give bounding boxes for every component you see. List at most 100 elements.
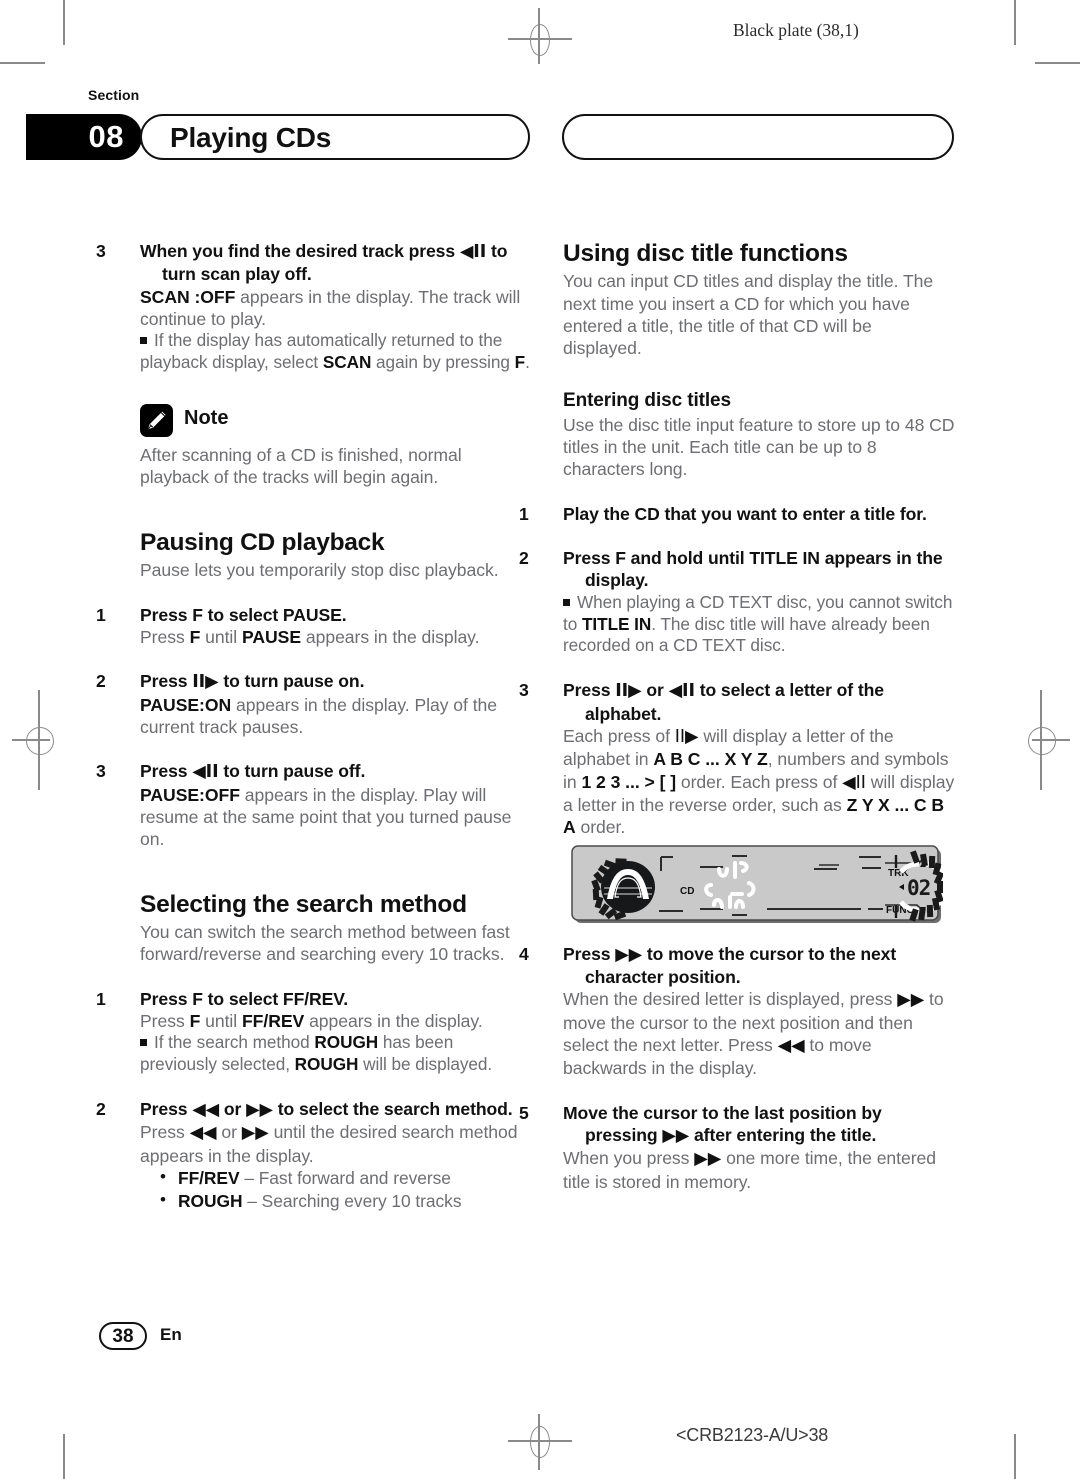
alphabet-order-code: A B C ... X Y Z <box>653 749 768 770</box>
list-item: FF/REV – Fast forward and reverse <box>160 1166 532 1190</box>
bullet-note: If the display has automatically returne… <box>140 330 532 374</box>
step-text: Press <box>140 1099 188 1120</box>
section-heading-search-method: Selecting the search method <box>140 890 467 918</box>
step-text-continued: to turn pause on. <box>223 671 365 692</box>
step-item: 4 Press ▶▶ to move the cursor to the next… <box>519 943 955 989</box>
display-code: SCAN :OFF <box>140 286 236 307</box>
left-column: 3 When you find the desired track press ◀… <box>96 240 532 1213</box>
paragraph-text: Press <box>140 626 190 647</box>
note-label: Note <box>184 407 229 430</box>
step-text: Press <box>140 671 188 692</box>
registration-mark-right <box>1012 690 1072 790</box>
svg-text:02: 02 <box>907 876 930 900</box>
step-text: Press F to select PAUSE. <box>140 604 347 625</box>
paragraph-text: When you press <box>563 1148 695 1169</box>
option-desc: – Searching every 10 tracks <box>242 1191 462 1212</box>
page-number-badge: 38 <box>99 1322 147 1350</box>
step-item: 3 Press ◀II to turn pause off. <box>96 760 532 783</box>
registration-mark-top <box>505 8 575 68</box>
square-bullet-icon <box>140 337 147 345</box>
svg-text:CD: CD <box>680 886 694 897</box>
square-bullet-icon <box>140 1039 147 1047</box>
fast-forward-glyph-icon: ▶▶ <box>662 1126 690 1147</box>
note-text: If the search method <box>154 1032 315 1053</box>
paragraph-text: Each press of <box>563 725 675 746</box>
step-number: 2 <box>519 548 529 569</box>
note-text-2: again by pressing <box>371 352 515 373</box>
registration-mark-bottom <box>505 1410 575 1470</box>
registration-mark-left <box>8 690 68 790</box>
paragraph-text: Press <box>140 1122 190 1143</box>
pause-reverse-glyph-icon: ◀II <box>842 772 866 793</box>
car-stereo-display-illustration: CD TRK FUNC 02 <box>571 844 943 927</box>
display-code: ROUGH <box>314 1032 379 1053</box>
subsection-heading-entering-disc-titles: Entering disc titles <box>563 389 731 411</box>
step-text-continued: after entering the title. <box>694 1125 877 1146</box>
square-bullet-icon <box>563 598 570 606</box>
bullet-note: When playing a CD TEXT disc, you cannot … <box>563 592 955 658</box>
button-code: F <box>514 352 526 373</box>
paragraph: When you press ▶▶ one more time, the ent… <box>563 1147 955 1193</box>
paragraph-text-6: order. <box>575 817 626 838</box>
paragraph: Press ◀◀ or ▶▶ until the desired search … <box>140 1121 532 1167</box>
button-code: F <box>189 626 201 647</box>
step-item: 1 Play the CD that you want to enter a ti… <box>519 503 955 525</box>
crop-mark-bottom-right-vertical <box>1014 1434 1016 1479</box>
note-text-3: . <box>525 352 530 373</box>
crop-mark-top-left-vertical <box>63 0 65 45</box>
display-code: PAUSE <box>241 626 302 647</box>
step-text: Press F and hold until TITLE IN appears … <box>563 548 943 591</box>
page-header: Section 08 Playing CDs <box>0 87 1080 162</box>
step-number: 4 <box>519 943 529 964</box>
section-word-label: Section <box>88 87 140 103</box>
pause-play-glyph-icon: II▶ <box>615 681 642 702</box>
crop-mark-top-right-vertical <box>1014 0 1016 45</box>
step-number: 2 <box>96 671 106 692</box>
step-item: 3 Press II▶ or ◀II to select a letter of … <box>519 679 955 725</box>
step-text: When you find the desired track press <box>140 241 456 261</box>
right-column: Using disc title functions You can input… <box>519 240 955 1193</box>
step-number: 3 <box>96 241 106 261</box>
option-label: FF/REV <box>178 1168 240 1189</box>
paragraph-text: Press <box>140 1011 190 1032</box>
paragraph-text-3: appears in the display. <box>304 1011 483 1032</box>
paragraph: SCAN :OFF appears in the display. The tr… <box>140 286 532 331</box>
option-desc: – Fast forward and reverse <box>239 1168 451 1189</box>
paragraph-text-2: until <box>200 626 242 647</box>
fast-forward-glyph-icon: ▶▶ <box>241 1123 269 1144</box>
section-heading-disc-title: Using disc title functions <box>563 240 848 267</box>
paragraph: Press F until PAUSE appears in the displ… <box>140 626 532 648</box>
step-number: 3 <box>96 761 106 782</box>
step-item: 2 Press ◀◀ or ▶▶ to select the search met… <box>96 1098 532 1121</box>
black-plate-label: Black plate (38,1) <box>733 20 859 40</box>
language-code-label: En <box>160 1325 182 1344</box>
step-item: 2 Press F and hold until TITLE IN appears… <box>519 547 955 592</box>
step-text-continued: to select the search method. <box>277 1099 513 1120</box>
fast-forward-glyph-icon: ▶▶ <box>615 944 643 965</box>
step-text-mid: or <box>223 1099 242 1120</box>
fast-forward-glyph-icon: ▶▶ <box>897 990 925 1011</box>
paragraph-text-3: appears in the display. <box>301 626 480 647</box>
step-item: 1 Press F to select PAUSE. <box>96 604 532 626</box>
step-item: 1 Press F to select FF/REV. <box>96 988 532 1010</box>
symbol-order-code: 1 2 3 ... > [ ] <box>581 771 677 792</box>
display-code: PAUSE:OFF <box>140 784 240 805</box>
section-heading-pausing: Pausing CD playback <box>140 528 385 556</box>
pause-reverse-glyph-icon: ◀II <box>459 242 487 262</box>
bullet-note: If the search method ROUGH has been prev… <box>140 1032 532 1076</box>
paragraph-text-2: until <box>200 1011 242 1032</box>
step-number: 3 <box>519 680 529 701</box>
display-code: PAUSE:ON <box>140 694 232 715</box>
step-item: 5 Move the cursor to the last position by… <box>519 1102 955 1148</box>
step-number: 5 <box>519 1102 529 1123</box>
paragraph: You can input CD titles and display the … <box>563 271 934 359</box>
step-number: 1 <box>96 604 106 625</box>
pause-reverse-glyph-icon: ◀II <box>192 762 219 783</box>
paragraph: PAUSE:ON appears in the display. Play of… <box>140 694 532 739</box>
paragraph: Press F until FF/REV appears in the disp… <box>140 1010 532 1032</box>
display-code-2: ROUGH <box>294 1054 359 1075</box>
page-title: Playing CDs <box>170 122 332 153</box>
chapter-title-pill-secondary <box>562 114 954 160</box>
fast-forward-glyph-icon: ▶▶ <box>694 1149 722 1170</box>
step-number: 1 <box>96 988 106 1009</box>
